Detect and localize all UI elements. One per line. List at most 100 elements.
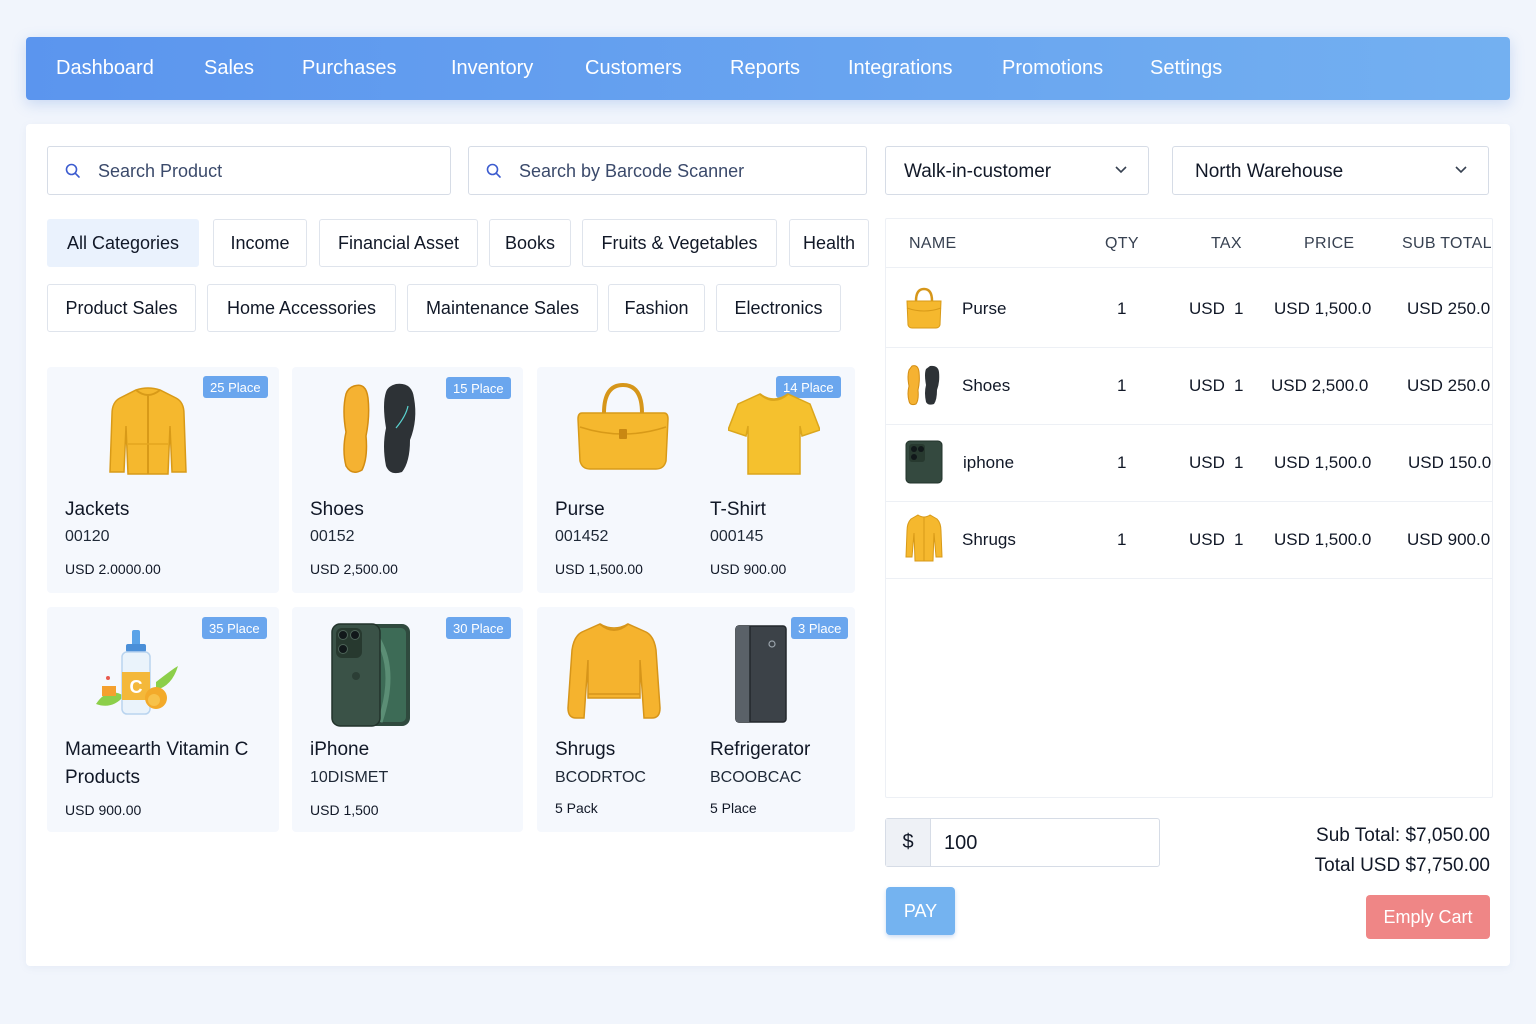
nav-integrations[interactable]: Integrations: [848, 57, 953, 80]
column-header-tax: TAX: [1211, 235, 1242, 252]
cart-item-tax: 1: [1234, 299, 1244, 318]
product-name: Shrugs: [555, 739, 616, 760]
search-icon: [486, 163, 501, 178]
stock-badge: 25 Place: [203, 376, 268, 398]
cart-item-tax: 1: [1234, 530, 1244, 549]
category-all[interactable]: All Categories: [47, 219, 199, 267]
cart-item-subtotal: USD 150.0: [1408, 453, 1492, 472]
nav-promotions[interactable]: Promotions: [1002, 57, 1103, 80]
nav-sales[interactable]: Sales: [204, 57, 254, 80]
cart-row[interactable]: Purse 1 USD 1 USD 1,500.0 USD 250.0: [886, 271, 1492, 348]
category-books[interactable]: Books: [489, 219, 571, 267]
barcode-search-input[interactable]: [519, 155, 856, 187]
cart-item-name: Purse: [962, 299, 1007, 318]
empty-cart-button[interactable]: Emply Cart: [1366, 895, 1490, 939]
payment-amount-input[interactable]: [944, 828, 1144, 858]
category-maintenance-sales[interactable]: Maintenance Sales: [407, 284, 598, 332]
product-code: 001452: [555, 528, 609, 545]
product-name: iPhone: [310, 739, 370, 760]
category-health[interactable]: Health: [789, 219, 869, 267]
cart-item-qty[interactable]: 1: [1117, 453, 1126, 473]
product-price: 5 Pack: [555, 800, 598, 816]
cart-row[interactable]: iphone 1 USD 1 USD 1,500.0 USD 150.0: [886, 425, 1492, 502]
top-navbar: Dashboard Sales Purchases Inventory Cust…: [26, 37, 1510, 100]
cart-item-tax-currency: USD: [1189, 453, 1225, 472]
cart-item-subtotal: USD 900.0: [1407, 530, 1491, 549]
cart-item-subtotal: USD 250.0: [1407, 376, 1491, 395]
column-header-name: NAME: [909, 235, 957, 252]
cart-row[interactable]: Shoes 1 USD 1 USD 2,500.0 USD 250.0: [886, 348, 1492, 425]
cart-row[interactable]: Shrugs 1 USD 1 USD 1,500.0 USD 900.0: [886, 502, 1492, 579]
sub-total-text: Sub Total: $7,050.00: [1316, 825, 1490, 846]
barcode-search: [468, 146, 867, 195]
product-search: [47, 146, 451, 195]
category-product-sales[interactable]: Product Sales: [47, 284, 196, 332]
product-code: 00152: [310, 528, 355, 545]
product-name: Jackets: [65, 499, 130, 520]
category-fashion[interactable]: Fashion: [608, 284, 705, 332]
category-income[interactable]: Income: [213, 219, 307, 267]
stock-badge: 15 Place: [446, 377, 511, 399]
currency-symbol: $: [886, 819, 931, 866]
tshirt-icon: [728, 393, 820, 475]
product-code: 10DISMET: [310, 769, 389, 786]
stock-badge: 30 Place: [446, 617, 511, 639]
cart-item-price: USD 1,500.0: [1274, 299, 1372, 318]
nav-inventory[interactable]: Inventory: [451, 57, 533, 80]
cart-item-price: USD 1,500.0: [1274, 453, 1372, 472]
warehouse-select-value: North Warehouse: [1195, 161, 1344, 182]
nav-dashboard[interactable]: Dashboard: [56, 57, 154, 80]
cart-item-tax: 1: [1234, 376, 1244, 395]
product-name: Mameearth Vitamin C Products: [65, 739, 249, 788]
cart-header: NAME QTY TAX PRICE SUB TOTAL: [886, 219, 1492, 268]
nav-settings[interactable]: Settings: [1150, 57, 1222, 80]
nav-customers[interactable]: Customers: [585, 57, 682, 80]
cart-item-name: Shoes: [962, 376, 1011, 395]
cart-item-qty[interactable]: 1: [1117, 299, 1126, 319]
cart-item-tax-currency: USD: [1189, 376, 1225, 395]
product-search-input[interactable]: [98, 155, 440, 187]
column-header-subtotal: SUB TOTAL: [1402, 235, 1492, 252]
shoes-icon: [907, 365, 940, 406]
product-price: USD 900.00: [710, 561, 787, 577]
cart-item-qty[interactable]: 1: [1117, 376, 1126, 396]
phone-icon: [905, 440, 943, 484]
refrigerator-icon: [735, 625, 787, 723]
category-electronics[interactable]: Electronics: [716, 284, 841, 332]
product-name: Shoes: [310, 499, 364, 520]
customer-select[interactable]: Walk-in-customer: [885, 146, 1149, 195]
cart-item-qty[interactable]: 1: [1117, 530, 1126, 550]
product-name: Refrigerator: [710, 739, 811, 760]
category-financial-asset[interactable]: Financial Asset: [319, 219, 478, 267]
payment-amount-field: $: [885, 818, 1160, 867]
customer-select-value: Walk-in-customer: [904, 161, 1052, 182]
pay-button[interactable]: PAY: [886, 887, 955, 935]
warehouse-select[interactable]: North Warehouse: [1172, 146, 1489, 195]
cart-item-name: Shrugs: [962, 530, 1016, 549]
cart-table: NAME QTY TAX PRICE SUB TOTAL Purse 1 USD…: [885, 218, 1493, 798]
nav-reports[interactable]: Reports: [730, 57, 800, 80]
product-price: USD 1,500: [310, 802, 379, 818]
purse-icon: [577, 383, 669, 470]
shoes-icon: [343, 383, 416, 474]
search-icon: [65, 163, 80, 178]
column-header-qty: QTY: [1105, 235, 1139, 252]
category-home-accessories[interactable]: Home Accessories: [207, 284, 396, 332]
product-price: USD 2.0000.00: [65, 561, 161, 577]
cart-item-tax-currency: USD: [1189, 299, 1225, 318]
serum-bottle-icon: C: [96, 630, 178, 715]
category-fruits-vegetables[interactable]: Fruits & Vegetables: [582, 219, 777, 267]
cart-item-price: USD 1,500.0: [1274, 530, 1372, 549]
product-code: BCOOBCAC: [710, 769, 802, 786]
sweater-icon: [567, 623, 661, 719]
cart-item-price: USD 2,500.0: [1271, 376, 1369, 395]
product-code: 00120: [65, 528, 110, 545]
stock-badge: 35 Place: [202, 617, 267, 639]
svg-text:C: C: [130, 677, 143, 697]
product-code: BCODRTOC: [555, 769, 646, 786]
product-price: USD 1,500.00: [555, 561, 643, 577]
jacket-icon: [109, 387, 187, 475]
cart-item-tax-currency: USD: [1189, 530, 1225, 549]
nav-purchases[interactable]: Purchases: [302, 57, 397, 80]
product-name: T-Shirt: [710, 499, 766, 520]
